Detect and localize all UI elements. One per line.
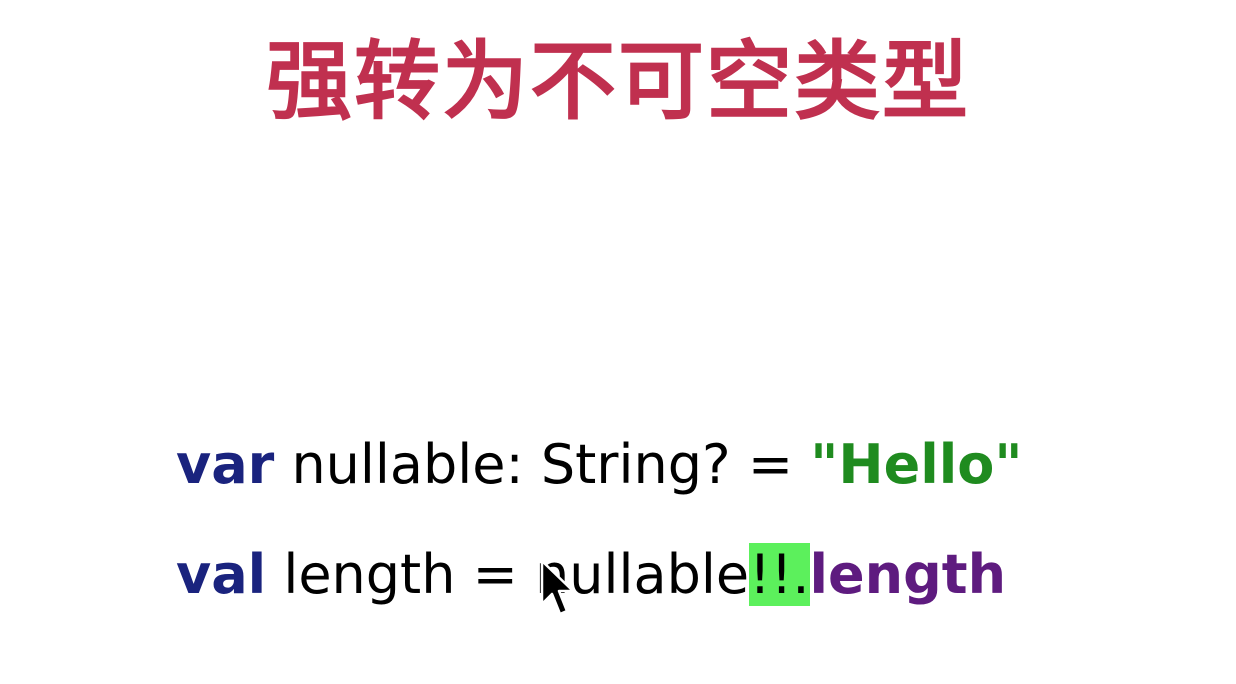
not-null-assertion-operator: !!. — [749, 543, 810, 606]
mouse-pointer-icon — [540, 559, 575, 616]
keyword-val: val — [176, 543, 267, 606]
property-length: length — [809, 543, 1007, 606]
code-line-2: val length = nullable!!.length — [176, 542, 1006, 608]
code-line-1: var nullable: String? = "Hello" — [176, 432, 1022, 498]
code-text-assignment: length = nullable — [266, 543, 750, 606]
string-literal: "Hello" — [810, 433, 1023, 496]
slide-title: 强转为不可空类型 — [266, 32, 970, 132]
keyword-var: var — [176, 433, 275, 496]
code-text-declaration: nullable: String? = — [274, 433, 811, 496]
